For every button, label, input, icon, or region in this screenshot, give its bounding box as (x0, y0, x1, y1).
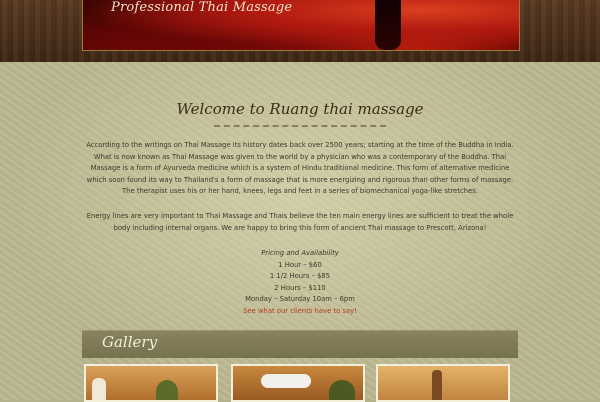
gallery-thumbnail[interactable] (84, 364, 218, 402)
energy-lines-paragraph: Energy lines are very important to Thai … (86, 212, 514, 232)
gallery-thumbnail[interactable] (376, 364, 510, 402)
banner-silhouette (375, 0, 401, 50)
plant-figure (329, 380, 355, 400)
hours-line: Monday – Saturday 10am – 6pm (245, 295, 355, 303)
plant-figure (156, 380, 178, 400)
pricing-heading: Pricing and Availability (261, 249, 339, 257)
header-banner: Professional Thai Massage (82, 0, 520, 51)
person-figure (432, 370, 442, 400)
person-figure (92, 378, 106, 400)
price-line: 1 Hour – $60 (278, 261, 322, 269)
intro-paragraph: According to the writings on Thai Massag… (86, 141, 514, 195)
person-figure (261, 374, 311, 388)
title-divider (214, 125, 386, 127)
gallery-header: Gallery (82, 330, 518, 358)
header-tagline: Professional Thai Massage (111, 0, 293, 15)
testimonials-link[interactable]: See what our clients have to say! (243, 307, 357, 315)
price-line: 1 1/2 Hours – $85 (269, 272, 331, 280)
welcome-title: Welcome to Ruang thai massage (176, 100, 424, 118)
price-line: 2 Hours – $110 (274, 284, 326, 292)
gallery-title: Gallery (102, 333, 158, 351)
gallery-thumbnail[interactable] (231, 364, 365, 402)
testimonials-row: See what our clients have to say! (0, 306, 600, 318)
